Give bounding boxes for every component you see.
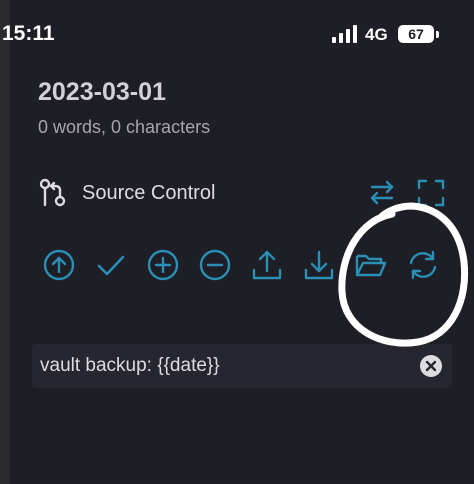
source-control-title: Source Control xyxy=(82,182,216,204)
stage-all-icon xyxy=(147,249,179,281)
download-button[interactable] xyxy=(302,248,336,282)
status-time: 15:11 xyxy=(2,22,55,45)
signal-strength-icon xyxy=(332,25,357,43)
git-branch-icon xyxy=(39,178,66,207)
battery-icon xyxy=(436,31,439,38)
note-title: 2023-03-01 xyxy=(38,78,166,106)
folder-open-icon xyxy=(355,254,387,277)
refresh-button[interactable] xyxy=(406,248,440,282)
upload-icon xyxy=(252,250,282,280)
close-icon xyxy=(425,360,437,372)
stage-all-button[interactable] xyxy=(146,248,180,282)
source-control-panel xyxy=(10,0,474,484)
open-folder-button[interactable] xyxy=(354,248,388,282)
unstage-all-icon xyxy=(199,249,231,281)
screen: 15:11 4G 67 2023-03-01 0 words, 0 charac… xyxy=(0,0,474,484)
switch-view-icon[interactable] xyxy=(366,176,398,208)
unstage-all-button[interactable] xyxy=(198,248,232,282)
note-word-count: 0 words, 0 characters xyxy=(38,117,211,137)
source-control-header: Source Control xyxy=(38,176,458,212)
clear-input-button[interactable] xyxy=(420,355,442,377)
refresh-icon xyxy=(409,250,437,280)
commit-button[interactable] xyxy=(94,248,128,282)
status-bar: 15:11 4G 67 xyxy=(0,0,474,64)
push-icon xyxy=(43,249,75,281)
push-button[interactable] xyxy=(42,248,76,282)
commit-message-field xyxy=(32,344,452,388)
network-type: 4G xyxy=(365,25,388,44)
expand-icon[interactable] xyxy=(416,178,446,208)
commit-message-input[interactable] xyxy=(40,344,410,388)
commit-check-icon xyxy=(97,255,125,276)
upload-button[interactable] xyxy=(250,248,284,282)
battery-level: 67 xyxy=(398,25,434,43)
source-control-toolbar xyxy=(42,248,452,284)
download-icon xyxy=(304,250,334,280)
